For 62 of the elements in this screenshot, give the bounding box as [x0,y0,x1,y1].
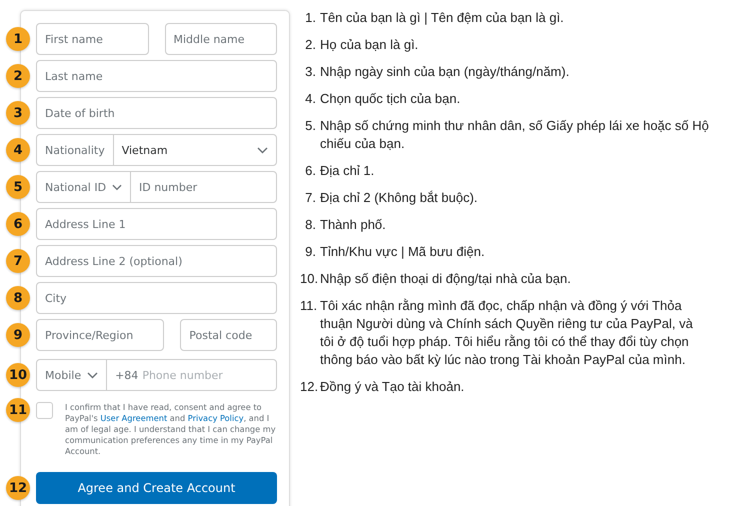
list-number: 5. [304,117,316,135]
create-account-button[interactable]: Agree and Create Account [36,472,277,504]
country-code: +84 [115,368,138,382]
step-badge: 8 [6,286,30,310]
chevron-down-icon [257,146,268,154]
text-field[interactable]: Postal code [180,319,277,351]
instruction-text: Nhập ngày sinh của bạn (ngày/tháng/năm). [320,63,570,81]
list-number: 8. [304,216,316,234]
text-field[interactable]: Last name [36,60,277,92]
instruction-text: Tên của bạn là gì | Tên đệm của bạn là gì. [320,9,565,27]
step-badge: 10 [6,363,30,387]
chevron-down-icon [87,372,98,378]
text-field[interactable]: Middle name [164,23,277,55]
text-field[interactable]: Address Line 1 [36,208,277,240]
step-badge: 5 [6,175,30,199]
id-field-group[interactable]: National ID ID number [36,171,277,203]
text-field[interactable]: Province/Region [36,319,164,351]
instruction-text: Tỉnh/Khu vực | Mã bưu điện. [320,243,486,261]
step-badge: 11 [6,398,30,422]
policy-link[interactable]: Privacy Policy [188,413,244,423]
field-label: Nationality [37,135,114,165]
instruction-text: Thành phố. [320,216,387,234]
instruction-text: Nhập số chứng minh thư nhân dân, số Giấy phép lái xe hoặc số Hộ chiếu của bạn. [320,117,710,153]
list-number: 1. [304,9,316,27]
instruction-text: Tôi xác nhận rằng mình đã đọc, chấp nhận và đồng ý với Thỏa thuận Người dùng và Chính sách Quyền riêng tư của PayPal, và tôi ở độ tuổi hợp pháp. Tôi hiểu rằng tôi có thể thay đổi tùy chọn thông báo vào bất kỳ lúc nào trong Tài khoản PayPal của mình. [320,297,694,369]
instruction-text: Địa chỉ 2 (Không bắt buộc). [320,189,479,207]
step-badge: 1 [6,27,30,51]
select-value: Vietnam [122,144,168,156]
list-number: 7. [304,189,316,207]
step-badge: 2 [6,64,30,88]
step-badge: 6 [6,212,30,236]
list-number: 12. [300,378,316,396]
instruction-text: Nhập số điện thoại di động/tại nhà của bạn. [320,270,572,288]
instruction-text: Họ của bạn là gì. [320,36,420,54]
text-field[interactable]: City [36,282,277,314]
instruction-text: Chọn quốc tịch của bạn. [320,90,462,108]
nationality-select[interactable]: Nationality Vietnam [36,134,277,166]
list-number: 9. [304,243,316,261]
consent-text: I confirm that I have read, consent and agree to PayPal's User Agreement and Privacy Policy, and I am of legal age. I understand that I can change my communication preferences any time in my PayPal Account. [65,402,277,457]
instruction-text: Địa chỉ 1. [320,162,376,180]
step-badge: 4 [6,138,30,162]
list-number: 3. [304,63,316,81]
checkbox[interactable] [36,402,53,419]
list-number: 11. [300,297,316,315]
select-value: Mobile [45,368,82,382]
text-field[interactable]: First name [36,23,148,55]
step-badge: 12 [6,476,30,500]
step-badge: 3 [6,101,30,125]
text-field[interactable]: Date of birth [36,97,277,129]
list-number: 10. [300,270,316,288]
select-value: National ID [45,180,106,194]
policy-link[interactable]: User Agreement [100,413,168,423]
step-badge: 7 [6,249,30,273]
chevron-down-icon [112,184,122,190]
instruction-text: Đồng ý và Tạo tài khoản. [320,378,466,396]
list-number: 2. [304,36,316,54]
step-badge: 9 [6,323,30,347]
id-number-input[interactable]: ID number [131,172,276,202]
list-number: 6. [304,162,316,180]
phone-field-group[interactable]: Mobile +84 Phone number [36,359,277,391]
list-number: 4. [304,90,316,108]
text-field[interactable]: Address Line 2 (optional) [36,245,277,277]
